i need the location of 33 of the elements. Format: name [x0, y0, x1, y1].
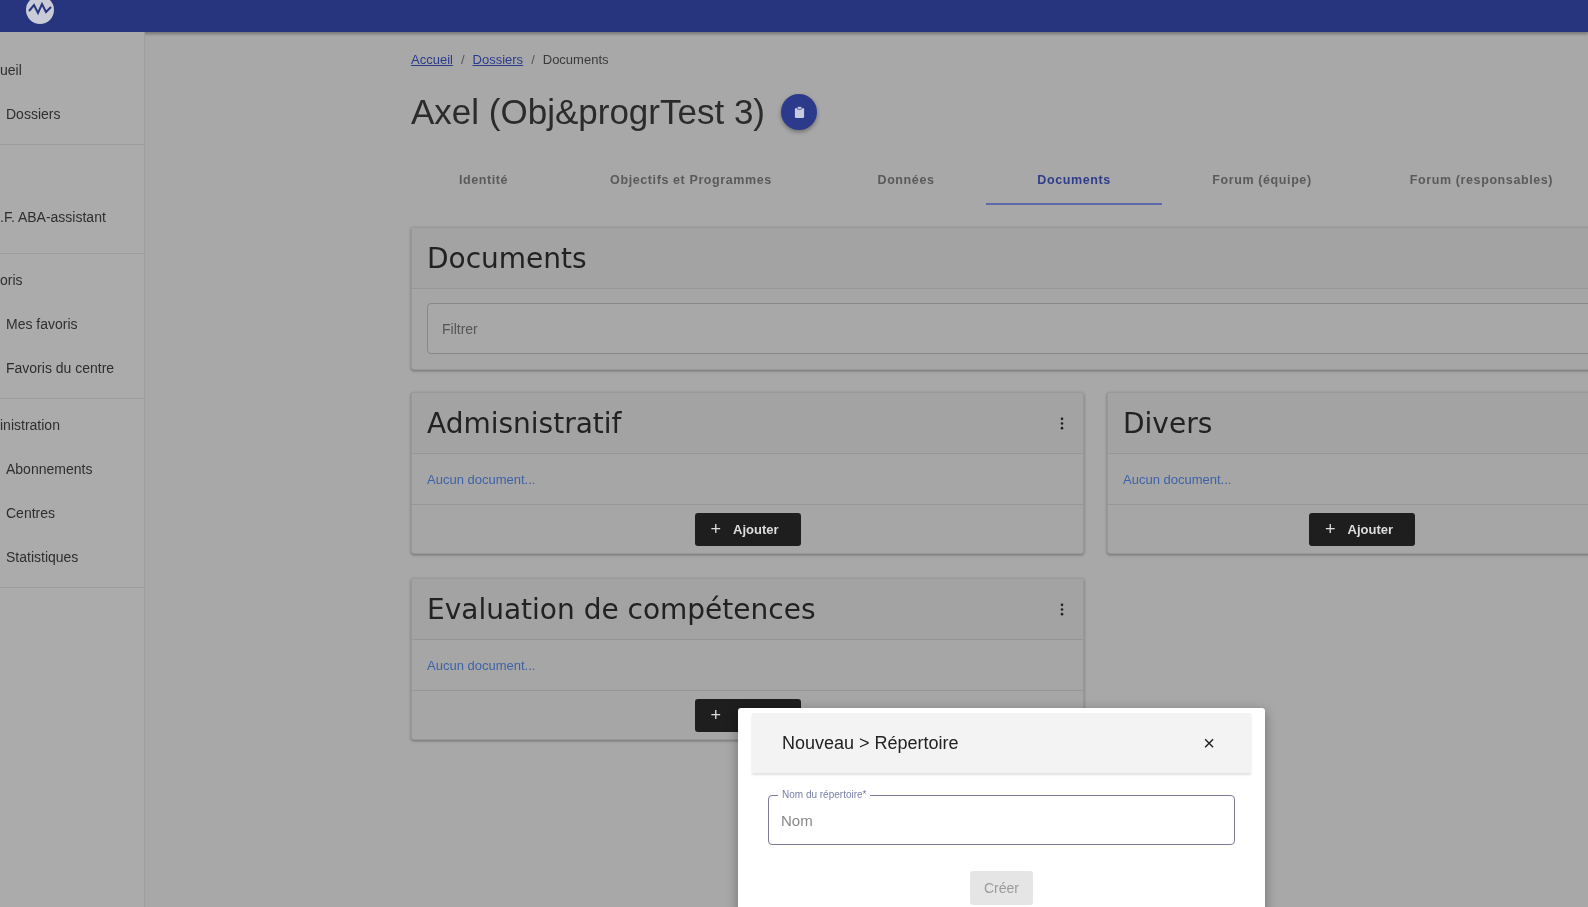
card-title: Evaluation de compétences	[427, 592, 816, 626]
empty-message: Aucun document...	[427, 471, 536, 487]
sidebar-item[interactable]: Abonnements	[0, 447, 93, 491]
field-label: Nom du répertoire*	[778, 789, 871, 801]
empty-message: Aucun document...	[1123, 471, 1232, 487]
close-button[interactable]: ×	[1199, 731, 1219, 755]
empty-message: Aucun document...	[427, 657, 536, 673]
card-title: Admisnistratif	[427, 406, 622, 440]
filter-field[interactable]: Filtrer	[427, 303, 1588, 354]
breadcrumb-separator: /	[531, 52, 535, 67]
sidebar-section-item[interactable]: inistration	[0, 403, 60, 447]
clipboard-icon	[793, 105, 805, 119]
add-button[interactable]: + Ajouter	[694, 512, 801, 546]
breadcrumb-separator: /	[460, 52, 465, 67]
breadcrumb-link[interactable]: Dossiers	[472, 52, 524, 67]
sidebar-item[interactable]: Mes favoris	[0, 302, 78, 346]
sidebar-item[interactable]: Centres	[0, 491, 56, 535]
breadcrumb-current: Documents	[542, 52, 609, 67]
breadcrumb-link[interactable]: Accueil	[411, 52, 453, 67]
sidebar-section-item[interactable]: ueil	[0, 48, 22, 92]
sidebar-item[interactable]: Statistiques	[0, 535, 79, 579]
dialog-title: Nouveau > Répertoire	[782, 732, 959, 754]
sidebar-section-item[interactable]: oris	[0, 258, 23, 302]
sidebar-item[interactable]: Favoris du centre	[0, 346, 115, 390]
tab[interactable]: Documents	[986, 157, 1162, 205]
card-title: Documents	[427, 241, 587, 275]
page-title: Axel (Obj&progrTest 3)	[411, 92, 766, 132]
sidebar-item[interactable]: Dossiers	[0, 92, 61, 136]
logo-icon[interactable]	[25, 0, 55, 25]
sidebar-section-item[interactable]: .F. ABA-assistant	[0, 195, 106, 239]
card-title: Divers	[1123, 406, 1213, 440]
clipboard-button[interactable]	[781, 94, 818, 130]
add-button[interactable]: + Ajouter	[1309, 512, 1415, 546]
